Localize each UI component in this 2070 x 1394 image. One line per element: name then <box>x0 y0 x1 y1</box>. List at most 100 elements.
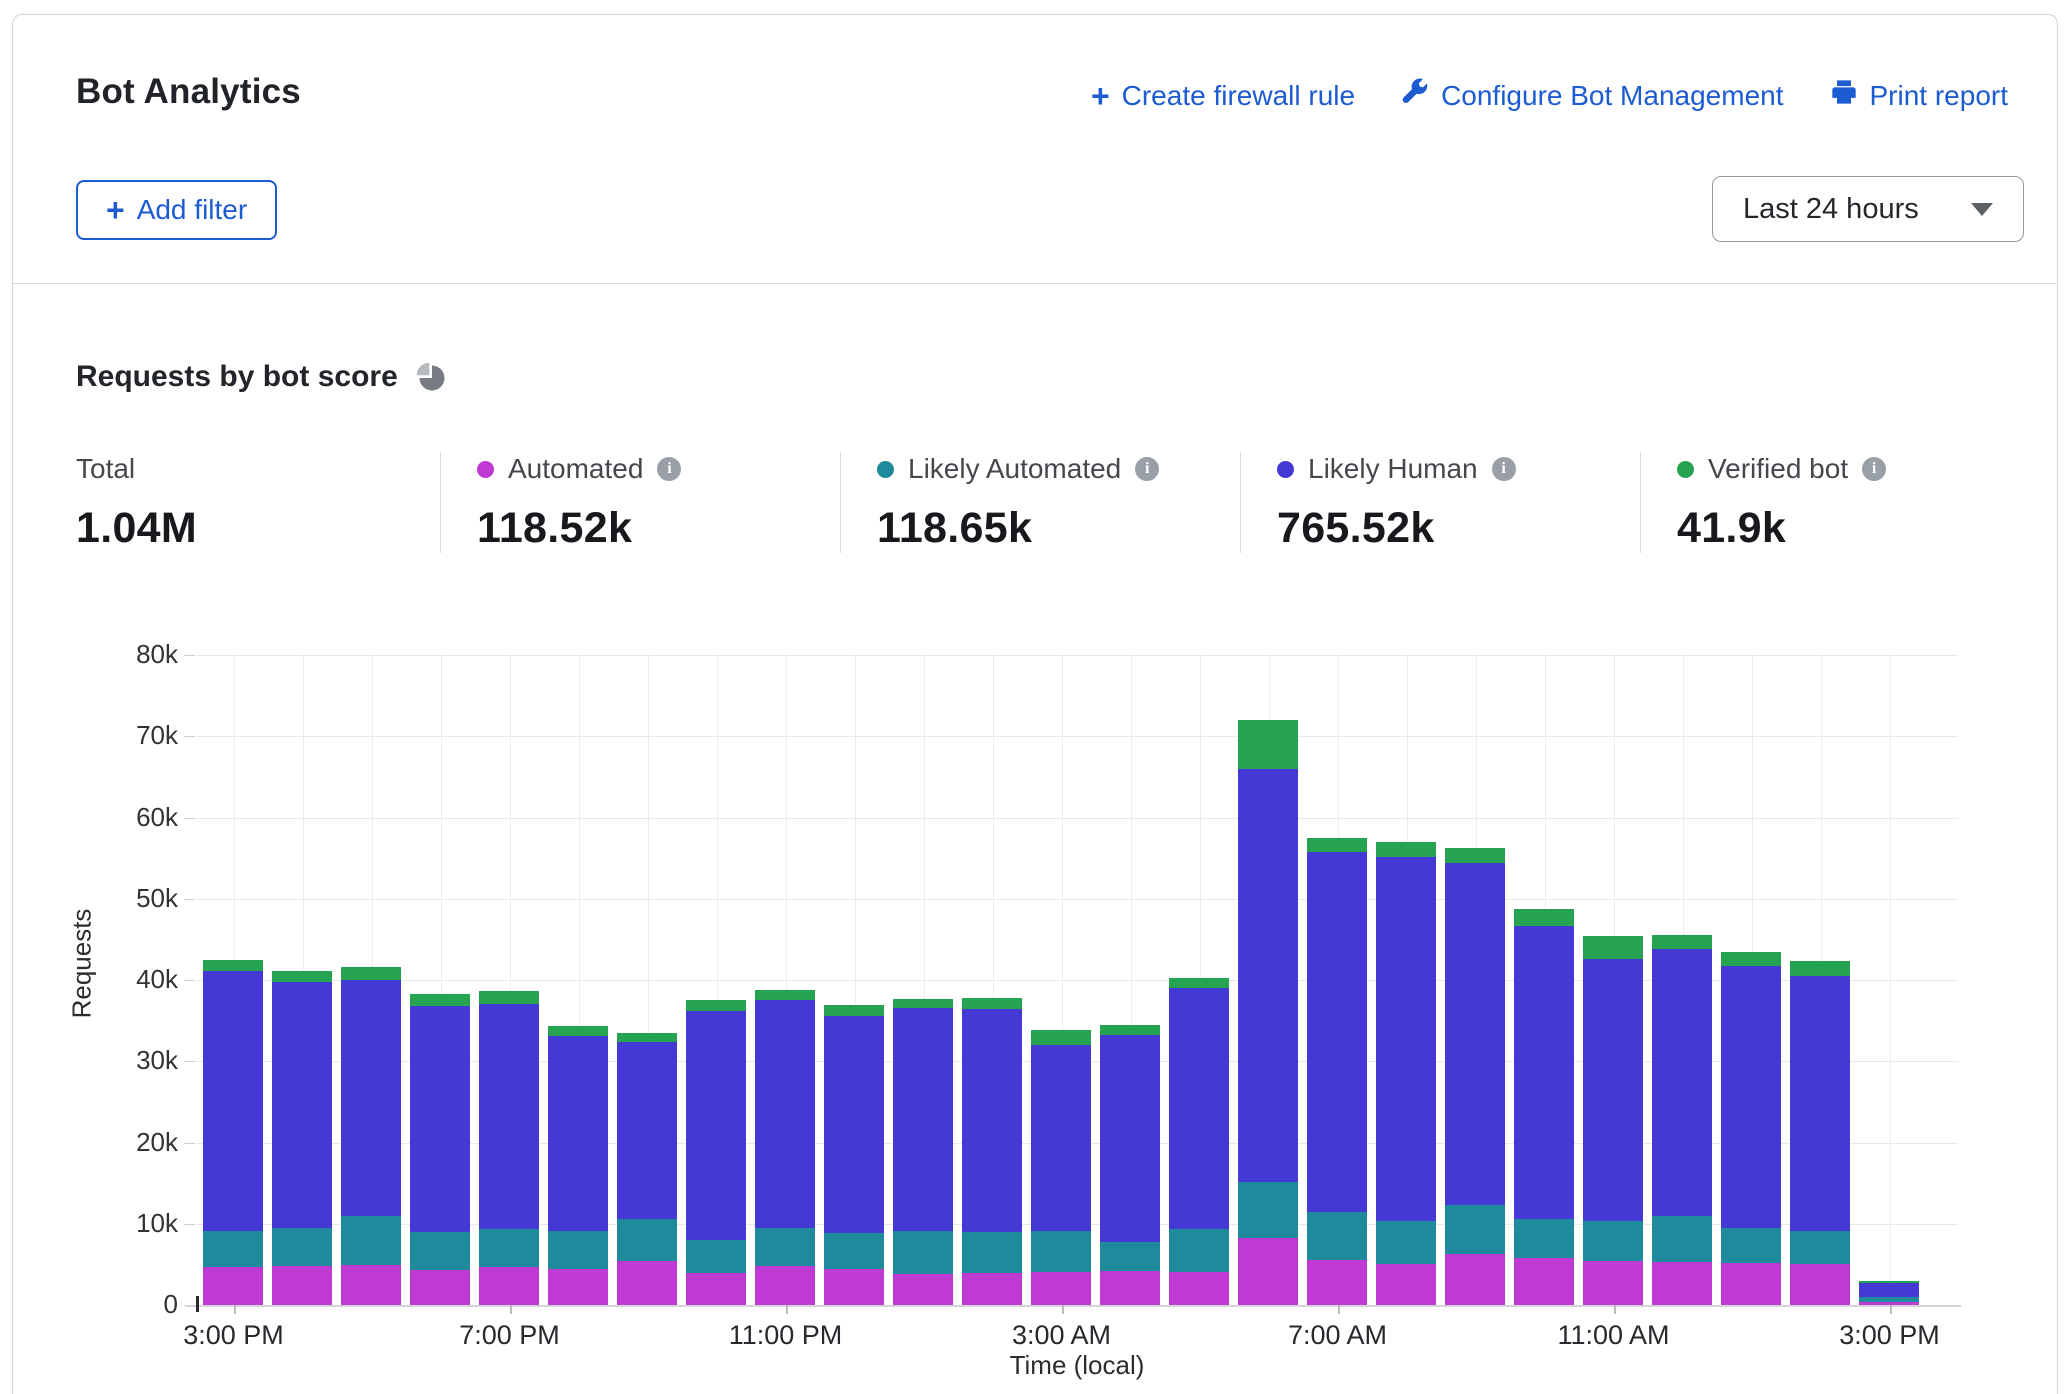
bar-segment-likely-human <box>1514 926 1574 1219</box>
bar-column[interactable] <box>1648 655 1717 1305</box>
stacked-bar <box>617 1033 677 1305</box>
x-tick-mark <box>1614 1305 1616 1314</box>
bar-segment-likely-automated <box>1583 1221 1643 1261</box>
section-title: Requests by bot score <box>76 360 398 394</box>
add-filter-button[interactable]: + Add filter <box>76 180 277 240</box>
time-range-value: Last 24 hours <box>1743 193 1919 226</box>
info-icon[interactable]: i <box>657 457 681 481</box>
bar-column[interactable] <box>958 655 1027 1305</box>
bar-column[interactable] <box>268 655 337 1305</box>
bar-segment-automated <box>272 1266 332 1305</box>
bar-segment-automated <box>203 1267 263 1305</box>
stat-likely-automated-value: 118.65k <box>877 504 1240 553</box>
stacked-bar <box>410 994 470 1305</box>
bar-column[interactable] <box>199 655 268 1305</box>
bar-column[interactable] <box>1027 655 1096 1305</box>
bar-segment-likely-automated <box>410 1232 470 1270</box>
bar-segment-likely-automated <box>1100 1242 1160 1271</box>
bar-column[interactable] <box>1372 655 1441 1305</box>
stacked-bar <box>1721 952 1781 1305</box>
bar-segment-likely-human <box>1583 959 1643 1221</box>
bar-segment-likely-automated <box>272 1228 332 1266</box>
bar-column[interactable] <box>1303 655 1372 1305</box>
bar-segment-likely-human <box>824 1016 884 1233</box>
bar-segment-likely-automated <box>1238 1182 1298 1238</box>
bar-column[interactable] <box>889 655 958 1305</box>
y-tick-label: 40k <box>108 964 178 995</box>
info-icon[interactable]: i <box>1492 457 1516 481</box>
bar-column[interactable] <box>751 655 820 1305</box>
info-icon[interactable]: i <box>1862 457 1886 481</box>
x-tick-label: 11:00 AM <box>1557 1320 1669 1351</box>
stat-likely-human-label: Likely Human <box>1308 453 1478 485</box>
plus-icon: + <box>1091 80 1110 112</box>
bar-column[interactable] <box>1441 655 1510 1305</box>
x-tick-label: 3:00 AM <box>1012 1320 1111 1351</box>
bar-column[interactable] <box>1855 655 1924 1305</box>
bar-segment-verified-bot <box>1238 720 1298 769</box>
bar-segment-likely-automated <box>1169 1229 1229 1272</box>
bar-segment-verified-bot <box>893 999 953 1009</box>
x-tick-mark <box>1890 1305 1892 1314</box>
bar-segment-verified-bot <box>1445 848 1505 863</box>
bar-segment-automated <box>1445 1254 1505 1305</box>
stat-verified-bot-value: 41.9k <box>1677 504 2040 553</box>
bar-column[interactable] <box>1786 655 1855 1305</box>
x-tick-mark <box>510 1305 512 1314</box>
bar-segment-verified-bot <box>1100 1025 1160 1036</box>
y-tick-mark <box>184 736 195 737</box>
bar-segment-automated <box>410 1270 470 1305</box>
bar-segment-verified-bot <box>272 971 332 982</box>
bar-segment-likely-automated <box>893 1231 953 1274</box>
bar-column[interactable] <box>1234 655 1303 1305</box>
info-icon[interactable]: i <box>1135 457 1159 481</box>
bar-segment-automated <box>1790 1264 1850 1305</box>
bar-segment-likely-human <box>1169 988 1229 1229</box>
bar-column[interactable] <box>682 655 751 1305</box>
bar-segment-automated <box>962 1273 1022 1306</box>
bar-segment-likely-human <box>1238 769 1298 1182</box>
bar-column[interactable] <box>1510 655 1579 1305</box>
bar-column[interactable] <box>337 655 406 1305</box>
x-tick-mark <box>234 1305 236 1314</box>
bar-segment-automated <box>1100 1271 1160 1305</box>
bar-segment-likely-human <box>203 971 263 1231</box>
configure-bot-management-link[interactable]: Configure Bot Management <box>1401 78 1783 113</box>
bar-segment-likely-automated <box>824 1233 884 1270</box>
bar-segment-likely-automated <box>617 1219 677 1261</box>
wrench-icon <box>1401 78 1429 113</box>
bar-column[interactable] <box>475 655 544 1305</box>
bar-column[interactable] <box>1165 655 1234 1305</box>
time-range-select[interactable]: Last 24 hours <box>1712 176 2024 242</box>
card-header-divider <box>12 14 2058 284</box>
bar-segment-automated <box>686 1273 746 1305</box>
bar-segment-verified-bot <box>1583 936 1643 959</box>
bar-column[interactable] <box>544 655 613 1305</box>
bar-column[interactable] <box>613 655 682 1305</box>
bar-column[interactable] <box>1717 655 1786 1305</box>
configure-bot-management-label: Configure Bot Management <box>1441 80 1783 112</box>
bar-segment-likely-human <box>1100 1035 1160 1241</box>
add-filter-label: Add filter <box>137 194 248 226</box>
stat-automated-label: Automated <box>508 453 643 485</box>
y-tick-mark <box>184 899 195 900</box>
x-tick-mark <box>1062 1305 1064 1314</box>
page-title: Bot Analytics <box>76 72 301 112</box>
bar-column[interactable] <box>406 655 475 1305</box>
bar-segment-verified-bot <box>962 998 1022 1009</box>
bar-segment-verified-bot <box>1790 961 1850 976</box>
bar-segment-likely-automated <box>1376 1221 1436 1264</box>
bar-column[interactable] <box>820 655 889 1305</box>
bar-segment-likely-human <box>1859 1283 1919 1297</box>
bar-segment-verified-bot <box>1376 842 1436 857</box>
y-tick-label: 0 <box>108 1289 178 1320</box>
stacked-bar <box>1100 1025 1160 1305</box>
bar-column[interactable] <box>1096 655 1165 1305</box>
stacked-bar <box>203 960 263 1305</box>
bar-column[interactable] <box>1579 655 1648 1305</box>
print-report-link[interactable]: Print report <box>1830 78 2009 113</box>
create-firewall-rule-link[interactable]: + Create firewall rule <box>1091 80 1355 112</box>
bar-segment-likely-automated <box>686 1240 746 1273</box>
stat-total-label: Total <box>76 453 135 485</box>
x-tick-label: 3:00 PM <box>183 1320 284 1351</box>
